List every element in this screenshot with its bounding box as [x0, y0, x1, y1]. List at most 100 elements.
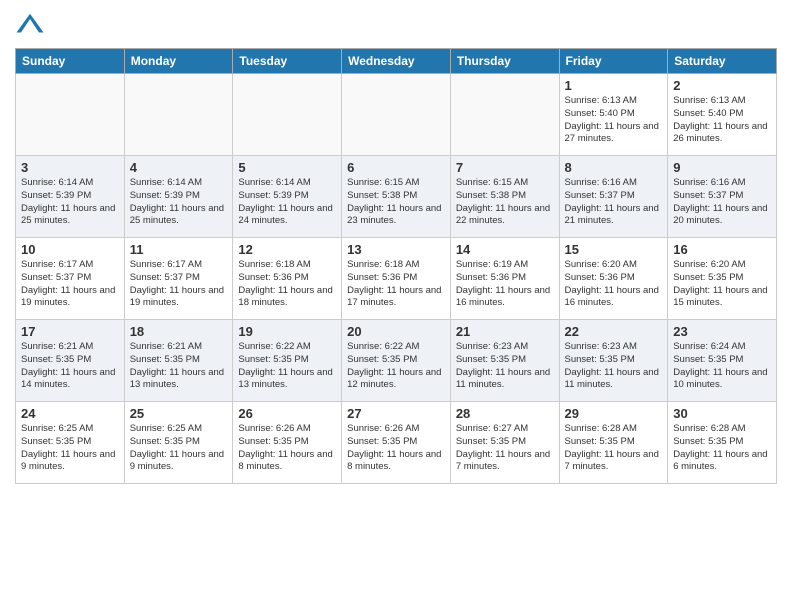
weekday-header-tuesday: Tuesday — [233, 49, 342, 74]
calendar-cell: 30 Sunrise: 6:28 AM Sunset: 5:35 PM Dayli… — [668, 402, 777, 484]
calendar-cell: 2 Sunrise: 6:13 AM Sunset: 5:40 PM Daylig… — [668, 74, 777, 156]
weekday-header-row: SundayMondayTuesdayWednesdayThursdayFrid… — [16, 49, 777, 74]
day-info: Sunrise: 6:13 AM Sunset: 5:40 PM Dayligh… — [565, 95, 663, 146]
calendar-cell: 20Sunrise: 6:22 AM Sunset: 5:35 PM Dayli… — [342, 320, 451, 402]
day-number: 9 — [673, 160, 771, 175]
day-info: Sunrise: 6:26 AM Sunset: 5:35 PM Dayligh… — [238, 423, 336, 474]
day-info: Sunrise: 6:21 AM Sunset: 5:35 PM Dayligh… — [21, 341, 119, 392]
calendar-cell: 27 Sunrise: 6:26 AM Sunset: 5:35 PM Dayli… — [342, 402, 451, 484]
header — [15, 10, 777, 40]
day-info: Sunrise: 6:14 AM Sunset: 5:39 PM Dayligh… — [130, 177, 228, 228]
calendar-cell: 14Sunrise: 6:19 AM Sunset: 5:36 PM Dayli… — [450, 238, 559, 320]
day-info: Sunrise: 6:28 AM Sunset: 5:35 PM Dayligh… — [565, 423, 663, 474]
calendar: SundayMondayTuesdayWednesdayThursdayFrid… — [15, 48, 777, 484]
day-number: 30 — [673, 406, 771, 421]
calendar-cell: 22Sunrise: 6:23 AM Sunset: 5:35 PM Dayli… — [559, 320, 668, 402]
weekday-header-saturday: Saturday — [668, 49, 777, 74]
logo — [15, 10, 49, 40]
calendar-cell: 21 Sunrise: 6:23 AM Sunset: 5:35 PM Dayli… — [450, 320, 559, 402]
weekday-header-friday: Friday — [559, 49, 668, 74]
day-number: 5 — [238, 160, 336, 175]
day-info: Sunrise: 6:17 AM Sunset: 5:37 PM Dayligh… — [21, 259, 119, 310]
calendar-cell — [124, 74, 233, 156]
day-info: Sunrise: 6:25 AM Sunset: 5:35 PM Dayligh… — [130, 423, 228, 474]
week-row-2: 10 Sunrise: 6:17 AM Sunset: 5:37 PM Dayli… — [16, 238, 777, 320]
calendar-cell: 1 Sunrise: 6:13 AM Sunset: 5:40 PM Daylig… — [559, 74, 668, 156]
day-info: Sunrise: 6:27 AM Sunset: 5:35 PM Dayligh… — [456, 423, 554, 474]
calendar-cell: 18 Sunrise: 6:21 AM Sunset: 5:35 PM Dayli… — [124, 320, 233, 402]
day-number: 23 — [673, 324, 771, 339]
calendar-cell: 15Sunrise: 6:20 AM Sunset: 5:36 PM Dayli… — [559, 238, 668, 320]
calendar-cell: 29 Sunrise: 6:28 AM Sunset: 5:35 PM Dayli… — [559, 402, 668, 484]
day-number: 3 — [21, 160, 119, 175]
day-number: 24 — [21, 406, 119, 421]
day-info: Sunrise: 6:24 AM Sunset: 5:35 PM Dayligh… — [673, 341, 771, 392]
day-info: Sunrise: 6:21 AM Sunset: 5:35 PM Dayligh… — [130, 341, 228, 392]
calendar-cell — [450, 74, 559, 156]
week-row-0: 1 Sunrise: 6:13 AM Sunset: 5:40 PM Daylig… — [16, 74, 777, 156]
week-row-3: 17 Sunrise: 6:21 AM Sunset: 5:35 PM Dayli… — [16, 320, 777, 402]
day-info: Sunrise: 6:15 AM Sunset: 5:38 PM Dayligh… — [456, 177, 554, 228]
day-number: 4 — [130, 160, 228, 175]
calendar-cell: 4 Sunrise: 6:14 AM Sunset: 5:39 PM Daylig… — [124, 156, 233, 238]
calendar-cell: 6 Sunrise: 6:15 AM Sunset: 5:38 PM Daylig… — [342, 156, 451, 238]
logo-icon — [15, 10, 45, 40]
day-number: 6 — [347, 160, 445, 175]
day-info: Sunrise: 6:25 AM Sunset: 5:35 PM Dayligh… — [21, 423, 119, 474]
day-info: Sunrise: 6:28 AM Sunset: 5:35 PM Dayligh… — [673, 423, 771, 474]
calendar-cell: 24 Sunrise: 6:25 AM Sunset: 5:35 PM Dayli… — [16, 402, 125, 484]
day-number: 1 — [565, 78, 663, 93]
calendar-cell — [342, 74, 451, 156]
day-number: 10 — [21, 242, 119, 257]
day-number: 29 — [565, 406, 663, 421]
day-number: 13 — [347, 242, 445, 257]
day-info: Sunrise: 6:16 AM Sunset: 5:37 PM Dayligh… — [565, 177, 663, 228]
weekday-header-monday: Monday — [124, 49, 233, 74]
calendar-cell: 7 Sunrise: 6:15 AM Sunset: 5:38 PM Daylig… — [450, 156, 559, 238]
day-info: Sunrise: 6:20 AM Sunset: 5:36 PM Dayligh… — [565, 259, 663, 310]
day-number: 22 — [565, 324, 663, 339]
day-number: 8 — [565, 160, 663, 175]
day-number: 25 — [130, 406, 228, 421]
calendar-cell: 28 Sunrise: 6:27 AM Sunset: 5:35 PM Dayli… — [450, 402, 559, 484]
day-info: Sunrise: 6:19 AM Sunset: 5:36 PM Dayligh… — [456, 259, 554, 310]
day-info: Sunrise: 6:14 AM Sunset: 5:39 PM Dayligh… — [21, 177, 119, 228]
day-info: Sunrise: 6:15 AM Sunset: 5:38 PM Dayligh… — [347, 177, 445, 228]
day-number: 28 — [456, 406, 554, 421]
calendar-cell: 23 Sunrise: 6:24 AM Sunset: 5:35 PM Dayli… — [668, 320, 777, 402]
week-row-1: 3 Sunrise: 6:14 AM Sunset: 5:39 PM Daylig… — [16, 156, 777, 238]
day-number: 21 — [456, 324, 554, 339]
day-number: 7 — [456, 160, 554, 175]
calendar-cell — [16, 74, 125, 156]
day-number: 26 — [238, 406, 336, 421]
day-number: 18 — [130, 324, 228, 339]
day-number: 11 — [130, 242, 228, 257]
calendar-cell: 11 Sunrise: 6:17 AM Sunset: 5:37 PM Dayli… — [124, 238, 233, 320]
day-info: Sunrise: 6:18 AM Sunset: 5:36 PM Dayligh… — [238, 259, 336, 310]
day-info: Sunrise: 6:23 AM Sunset: 5:35 PM Dayligh… — [456, 341, 554, 392]
calendar-cell: 3 Sunrise: 6:14 AM Sunset: 5:39 PM Daylig… — [16, 156, 125, 238]
day-info: Sunrise: 6:18 AM Sunset: 5:36 PM Dayligh… — [347, 259, 445, 310]
day-number: 17 — [21, 324, 119, 339]
day-number: 27 — [347, 406, 445, 421]
calendar-cell: 12 Sunrise: 6:18 AM Sunset: 5:36 PM Dayli… — [233, 238, 342, 320]
calendar-cell: 17 Sunrise: 6:21 AM Sunset: 5:35 PM Dayli… — [16, 320, 125, 402]
calendar-cell: 26 Sunrise: 6:26 AM Sunset: 5:35 PM Dayli… — [233, 402, 342, 484]
day-info: Sunrise: 6:17 AM Sunset: 5:37 PM Dayligh… — [130, 259, 228, 310]
day-info: Sunrise: 6:20 AM Sunset: 5:35 PM Dayligh… — [673, 259, 771, 310]
calendar-cell: 10 Sunrise: 6:17 AM Sunset: 5:37 PM Dayli… — [16, 238, 125, 320]
calendar-cell: 13 Sunrise: 6:18 AM Sunset: 5:36 PM Dayli… — [342, 238, 451, 320]
day-number: 2 — [673, 78, 771, 93]
calendar-cell: 8 Sunrise: 6:16 AM Sunset: 5:37 PM Daylig… — [559, 156, 668, 238]
page-container: SundayMondayTuesdayWednesdayThursdayFrid… — [0, 0, 792, 494]
day-number: 16 — [673, 242, 771, 257]
calendar-cell: 5Sunrise: 6:14 AM Sunset: 5:39 PM Daylig… — [233, 156, 342, 238]
weekday-header-thursday: Thursday — [450, 49, 559, 74]
day-info: Sunrise: 6:16 AM Sunset: 5:37 PM Dayligh… — [673, 177, 771, 228]
day-number: 12 — [238, 242, 336, 257]
day-info: Sunrise: 6:26 AM Sunset: 5:35 PM Dayligh… — [347, 423, 445, 474]
day-info: Sunrise: 6:13 AM Sunset: 5:40 PM Dayligh… — [673, 95, 771, 146]
weekday-header-sunday: Sunday — [16, 49, 125, 74]
calendar-cell — [233, 74, 342, 156]
day-info: Sunrise: 6:22 AM Sunset: 5:35 PM Dayligh… — [238, 341, 336, 392]
